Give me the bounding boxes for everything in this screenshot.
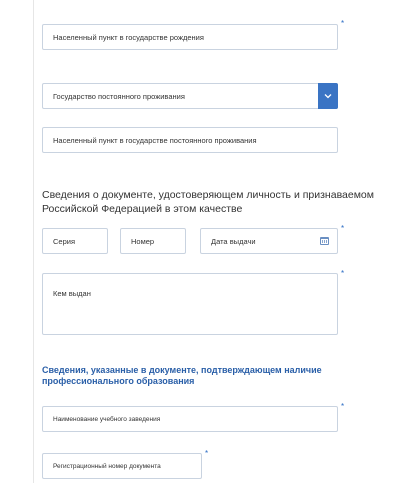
number-placeholder: Номер: [131, 236, 155, 246]
issued-by-placeholder: Кем выдан: [53, 289, 91, 298]
number-input[interactable]: Номер: [120, 228, 186, 254]
residence-country-value: Государство постоянного проживания: [53, 91, 185, 101]
required-marker: *: [341, 224, 345, 233]
institution-name-placeholder: Наименование учебного заведения: [53, 415, 161, 423]
residence-country-select[interactable]: Государство постоянного проживания: [42, 83, 338, 109]
birth-locality-placeholder: Населенный пункт в государстве рождения: [53, 32, 204, 42]
education-doc-heading: Сведения, указанные в документе, подтвер…: [42, 365, 322, 386]
required-marker: *: [341, 269, 345, 278]
content-border: [33, 0, 34, 483]
required-marker: *: [341, 19, 345, 28]
doc-reg-number-input[interactable]: Регистрационный номер документа: [42, 453, 202, 479]
birth-locality-input[interactable]: Населенный пункт в государстве рождения: [42, 24, 338, 50]
issued-by-textarea[interactable]: Кем выдан: [42, 273, 338, 335]
dropdown-button[interactable]: [318, 83, 338, 109]
residence-locality-placeholder: Населенный пункт в государстве постоянно…: [53, 135, 257, 145]
doc-reg-number-placeholder: Регистрационный номер документа: [53, 462, 161, 470]
series-input[interactable]: Серия: [42, 228, 108, 254]
residence-locality-input[interactable]: Населенный пункт в государстве постоянно…: [42, 127, 338, 153]
required-marker: *: [341, 402, 345, 411]
series-placeholder: Серия: [53, 236, 76, 246]
required-marker: *: [205, 449, 209, 458]
institution-name-input[interactable]: Наименование учебного заведения: [42, 406, 338, 432]
calendar-icon[interactable]: [320, 237, 329, 245]
identity-doc-heading: Сведения о документе, удостоверяющем лич…: [42, 189, 374, 215]
issue-date-placeholder: Дата выдачи: [211, 236, 256, 246]
issue-date-input[interactable]: Дата выдачи: [200, 228, 338, 254]
chevron-down-icon: [324, 94, 332, 99]
